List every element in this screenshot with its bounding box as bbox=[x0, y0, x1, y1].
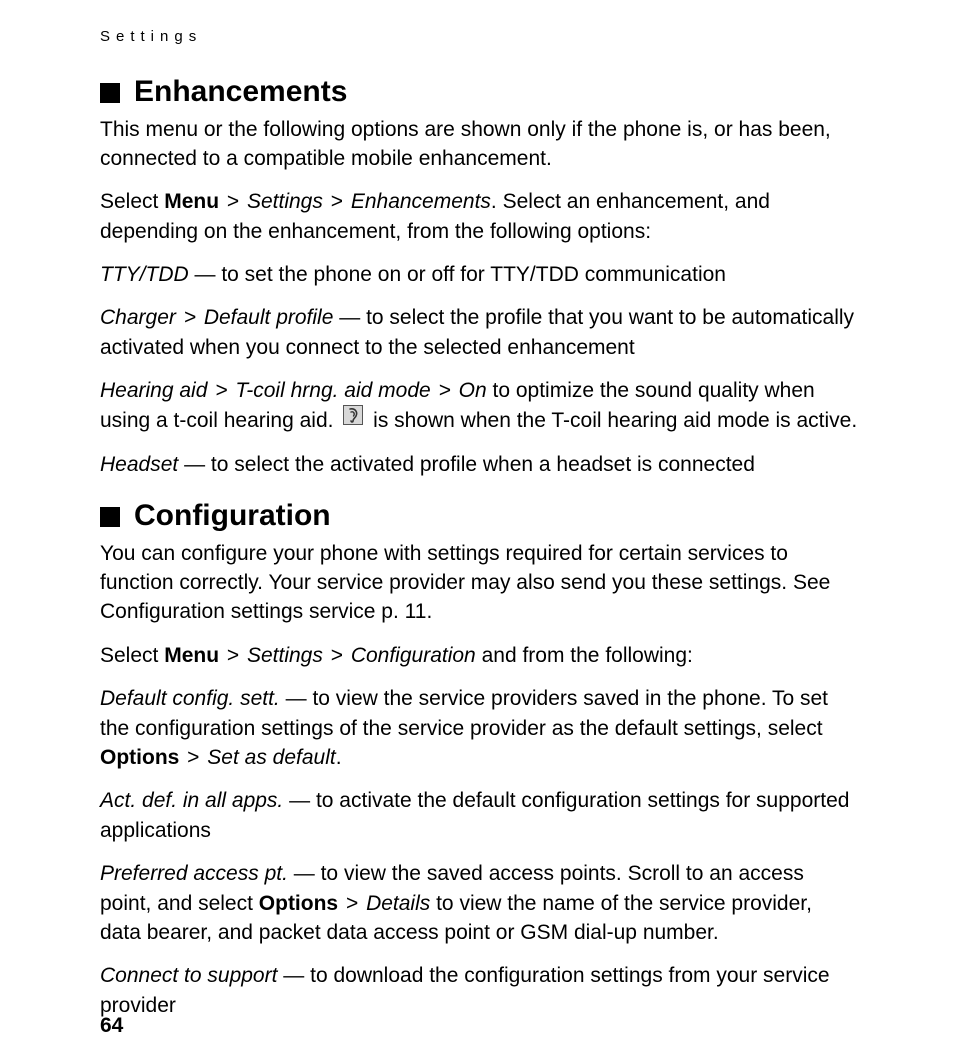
square-bullet-icon bbox=[100, 507, 120, 527]
term: Default profile bbox=[204, 306, 334, 329]
term: T-coil hrng. aid mode bbox=[235, 379, 430, 402]
enhancements-nav: Select Menu > Settings > Enhancements. S… bbox=[100, 187, 858, 246]
page: Settings Enhancements This menu or the f… bbox=[0, 0, 954, 1058]
heading-enhancements: Enhancements bbox=[100, 73, 858, 111]
heading-text: Configuration bbox=[134, 497, 331, 535]
term: Set as default bbox=[207, 746, 335, 769]
separator: > bbox=[331, 190, 343, 213]
term: Charger bbox=[100, 306, 176, 329]
separator: > bbox=[227, 190, 239, 213]
settings-label: Settings bbox=[247, 644, 323, 667]
running-head: Settings bbox=[100, 28, 858, 45]
menu-label: Menu bbox=[164, 190, 219, 213]
term: Preferred access pt. bbox=[100, 862, 288, 885]
charger-option: Charger > Default profile — to select th… bbox=[100, 303, 858, 362]
separator: > bbox=[184, 306, 196, 329]
text: is shown when the T-coil hearing aid mod… bbox=[367, 409, 857, 432]
separator: > bbox=[187, 746, 199, 769]
text: Select bbox=[100, 190, 164, 213]
ear-icon bbox=[343, 404, 363, 433]
dot: . bbox=[336, 746, 342, 769]
term: Headset bbox=[100, 453, 178, 476]
enhancements-intro: This menu or the following options are s… bbox=[100, 115, 858, 174]
term: Act. def. in all apps. bbox=[100, 789, 283, 812]
configuration-label: Configuration bbox=[351, 644, 476, 667]
dash: — bbox=[286, 687, 307, 710]
dash: — bbox=[195, 263, 216, 286]
connect-support-option: Connect to support — to download the con… bbox=[100, 961, 858, 1020]
term: Connect to support bbox=[100, 964, 277, 987]
options-label: Options bbox=[100, 746, 179, 769]
term: Details bbox=[366, 892, 430, 915]
settings-label: Settings bbox=[247, 190, 323, 213]
options-label: Options bbox=[259, 892, 338, 915]
separator: > bbox=[439, 379, 451, 402]
act-def-option: Act. def. in all apps. — to activate the… bbox=[100, 786, 858, 845]
dash: — bbox=[294, 862, 315, 885]
menu-label: Menu bbox=[164, 644, 219, 667]
separator: > bbox=[346, 892, 358, 915]
hearing-aid-option: Hearing aid > T-coil hrng. aid mode > On… bbox=[100, 376, 858, 436]
heading-text: Enhancements bbox=[134, 73, 347, 111]
dash: — bbox=[184, 453, 205, 476]
headset-option: Headset — to select the activated profil… bbox=[100, 450, 858, 479]
square-bullet-icon bbox=[100, 83, 120, 103]
term: On bbox=[459, 379, 487, 402]
preferred-access-option: Preferred access pt. — to view the saved… bbox=[100, 859, 858, 947]
term: Default config. sett. bbox=[100, 687, 280, 710]
configuration-nav: Select Menu > Settings > Configuration a… bbox=[100, 641, 858, 670]
dash: — bbox=[289, 789, 310, 812]
text: to select the activated profile when a h… bbox=[205, 453, 755, 476]
default-config-option: Default config. sett. — to view the serv… bbox=[100, 684, 858, 772]
configuration-intro: You can configure your phone with settin… bbox=[100, 539, 858, 627]
tty-option: TTY/TDD — to set the phone on or off for… bbox=[100, 260, 858, 289]
term: Hearing aid bbox=[100, 379, 207, 402]
enhancements-label: Enhancements bbox=[351, 190, 491, 213]
page-number: 64 bbox=[100, 1014, 123, 1038]
separator: > bbox=[331, 644, 343, 667]
text: and from the following: bbox=[476, 644, 693, 667]
dash: — bbox=[283, 964, 304, 987]
dash: — bbox=[339, 306, 360, 329]
text: Select bbox=[100, 644, 164, 667]
separator: > bbox=[215, 379, 227, 402]
separator: > bbox=[227, 644, 239, 667]
heading-configuration: Configuration bbox=[100, 497, 858, 535]
text: to set the phone on or off for TTY/TDD c… bbox=[216, 263, 726, 286]
term: TTY/TDD bbox=[100, 263, 189, 286]
